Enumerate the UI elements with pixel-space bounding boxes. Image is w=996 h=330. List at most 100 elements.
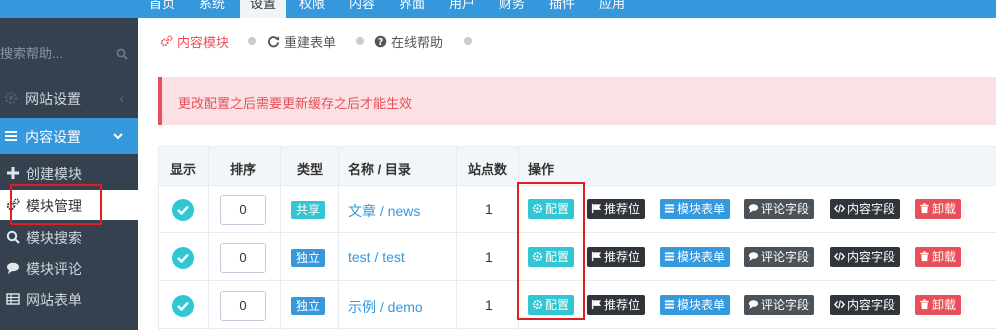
flag-icon	[591, 299, 602, 310]
site-count: 1	[485, 249, 493, 265]
search-icon	[6, 230, 20, 244]
column-header-name[interactable]: 名称 / 目录	[348, 159, 411, 178]
module-form-button[interactable]: 模块表单	[660, 199, 731, 219]
module-name-link[interactable]: test / test	[348, 249, 405, 265]
trash-icon	[920, 251, 929, 262]
sidebar-item-label: 网站设置	[25, 91, 81, 107]
comment-icon	[748, 252, 759, 262]
code-icon	[834, 252, 845, 261]
visible-check-icon[interactable]	[172, 247, 194, 269]
chevron-left-icon: ‹	[119, 90, 124, 106]
sidebar-item-site-settings[interactable]: 网站设置 ‹	[0, 88, 138, 108]
breadcrumb-separator	[464, 37, 472, 45]
flag-icon	[591, 251, 602, 262]
highlight-box-module-management	[10, 184, 102, 225]
sort-order-input[interactable]: 0	[220, 243, 266, 273]
chevron-down-icon	[113, 133, 123, 140]
column-header-actions: 操作	[528, 162, 555, 177]
visible-check-icon[interactable]	[172, 295, 194, 317]
recommend-button[interactable]: 推荐位	[587, 247, 646, 267]
breadcrumb-item-rebuild-form[interactable]: 重建表单	[267, 32, 336, 51]
table-header: 显示 排序 类型 名称 / 目录 站点数 操作	[158, 146, 996, 186]
type-badge: 独立	[291, 249, 326, 267]
breadcrumb-item-online-help[interactable]: ? 在线帮助	[374, 32, 443, 51]
uninstall-button[interactable]: 卸载	[915, 247, 962, 267]
sidebar: 搜索帮助... 网站设置 ‹ 内容设置 创建模块 模块管理 模块搜索 模块评论 …	[0, 18, 138, 330]
column-header-show[interactable]: 显示	[170, 159, 196, 178]
site-count: 1	[485, 297, 493, 313]
flag-icon	[591, 203, 602, 214]
search-icon[interactable]	[116, 48, 128, 60]
list-icon	[664, 204, 675, 213]
nav-users[interactable]: 用户	[440, 0, 484, 18]
nav-settings[interactable]: 设置	[240, 0, 286, 18]
module-form-button[interactable]: 模块表单	[660, 247, 731, 267]
sidebar-subitem-label: 网站表单	[26, 292, 82, 308]
sidebar-subitem-label: 模块搜索	[26, 230, 82, 246]
notice-alert: 更改配置之后需要更新缓存之后才能生效	[158, 77, 996, 125]
list-icon	[664, 252, 675, 261]
comment-fields-button[interactable]: 评论字段	[744, 199, 815, 219]
gear-icon	[4, 91, 18, 105]
comment-icon	[748, 204, 759, 214]
sidebar-subitem-label: 创建模块	[26, 166, 82, 182]
cogs-icon	[160, 35, 173, 47]
nav-apps[interactable]: 应用	[590, 0, 634, 18]
sidebar-subitem-module-comments[interactable]: 模块评论	[0, 253, 138, 283]
comment-icon	[748, 300, 759, 310]
content-fields-button[interactable]: 内容字段	[830, 199, 901, 219]
trash-icon	[920, 203, 929, 214]
nav-content[interactable]: 内容	[340, 0, 384, 18]
comments-icon	[7, 262, 19, 274]
module-form-button[interactable]: 模块表单	[660, 295, 731, 315]
sidebar-subitem-site-forms[interactable]: 网站表单	[0, 284, 138, 314]
comment-fields-button[interactable]: 评论字段	[744, 247, 815, 267]
content-fields-button[interactable]: 内容字段	[830, 295, 901, 315]
list-icon	[664, 300, 675, 309]
list-icon	[5, 131, 17, 141]
type-badge: 共享	[291, 201, 326, 219]
uninstall-button[interactable]: 卸载	[915, 295, 962, 315]
column-header-type[interactable]: 类型	[297, 159, 323, 178]
sidebar-subitem-label: 模块评论	[26, 261, 82, 277]
sort-order-input[interactable]: 0	[220, 195, 266, 225]
nav-permissions[interactable]: 权限	[290, 0, 334, 18]
content-fields-button[interactable]: 内容字段	[830, 247, 901, 267]
search-input[interactable]: 搜索帮助...	[0, 44, 63, 64]
plus-icon	[7, 167, 19, 179]
site-count: 1	[485, 201, 493, 217]
breadcrumb-separator	[356, 37, 364, 45]
svg-text:?: ?	[378, 37, 383, 48]
alert-text: 更改配置之后需要更新缓存之后才能生效	[178, 96, 413, 111]
nav-finance[interactable]: 财务	[490, 0, 534, 18]
column-header-sites[interactable]: 站点数	[468, 159, 507, 178]
nav-system[interactable]: 系统	[190, 0, 234, 18]
comment-fields-button[interactable]: 评论字段	[744, 295, 815, 315]
sidebar-search[interactable]: 搜索帮助...	[0, 44, 128, 64]
module-name-link[interactable]: 文章 / news	[348, 201, 420, 221]
visible-check-icon[interactable]	[172, 199, 194, 221]
highlight-box-config-buttons	[517, 182, 585, 320]
sidebar-subitem-module-search[interactable]: 模块搜索	[0, 222, 138, 252]
column-header-sort[interactable]: 排序	[230, 159, 256, 178]
module-name-link[interactable]: 示例 / demo	[348, 297, 423, 317]
code-icon	[834, 300, 845, 309]
sort-order-input[interactable]: 0	[220, 291, 266, 321]
breadcrumb-separator	[248, 37, 256, 45]
nav-ui[interactable]: 界面	[390, 0, 434, 18]
recommend-button[interactable]: 推荐位	[587, 295, 646, 315]
uninstall-button[interactable]: 卸载	[915, 199, 962, 219]
recommend-button[interactable]: 推荐位	[587, 199, 646, 219]
nav-plugins[interactable]: 插件	[540, 0, 584, 18]
table-icon	[6, 293, 20, 305]
top-nav: 首页 系统 设置 权限 内容 界面 用户 财务 插件 应用	[0, 0, 996, 18]
sidebar-item-label: 内容设置	[25, 129, 81, 145]
nav-home[interactable]: 首页	[140, 0, 184, 18]
trash-icon	[920, 299, 929, 310]
refresh-icon	[267, 36, 280, 48]
question-circle-icon: ?	[374, 35, 387, 48]
breadcrumb-item-content-module[interactable]: 内容模块	[160, 32, 229, 51]
sidebar-item-content-settings[interactable]: 内容设置	[0, 118, 138, 154]
type-badge: 独立	[291, 297, 326, 315]
code-icon	[834, 204, 845, 213]
